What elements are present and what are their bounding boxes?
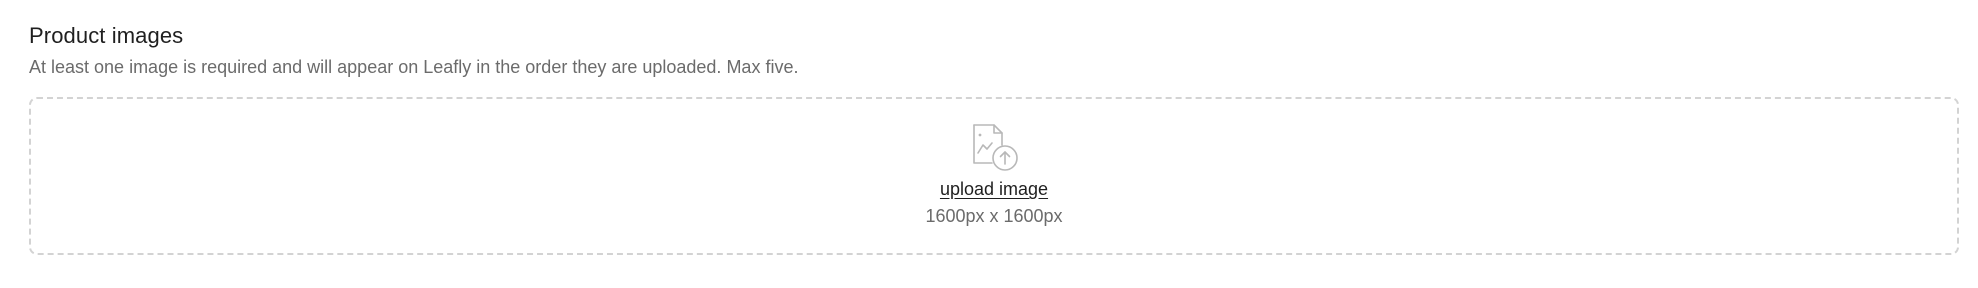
upload-image-link[interactable]: upload image [940,177,1048,201]
image-dropzone[interactable]: upload image 1600px x 1600px [29,97,1959,255]
image-upload-icon [973,124,1018,171]
section-description: At least one image is required and will … [29,57,799,77]
image-dimensions-hint: 1600px x 1600px [925,206,1063,226]
product-images-section: Product images At least one image is req… [0,0,1978,288]
section-title: Product images [29,23,184,48]
